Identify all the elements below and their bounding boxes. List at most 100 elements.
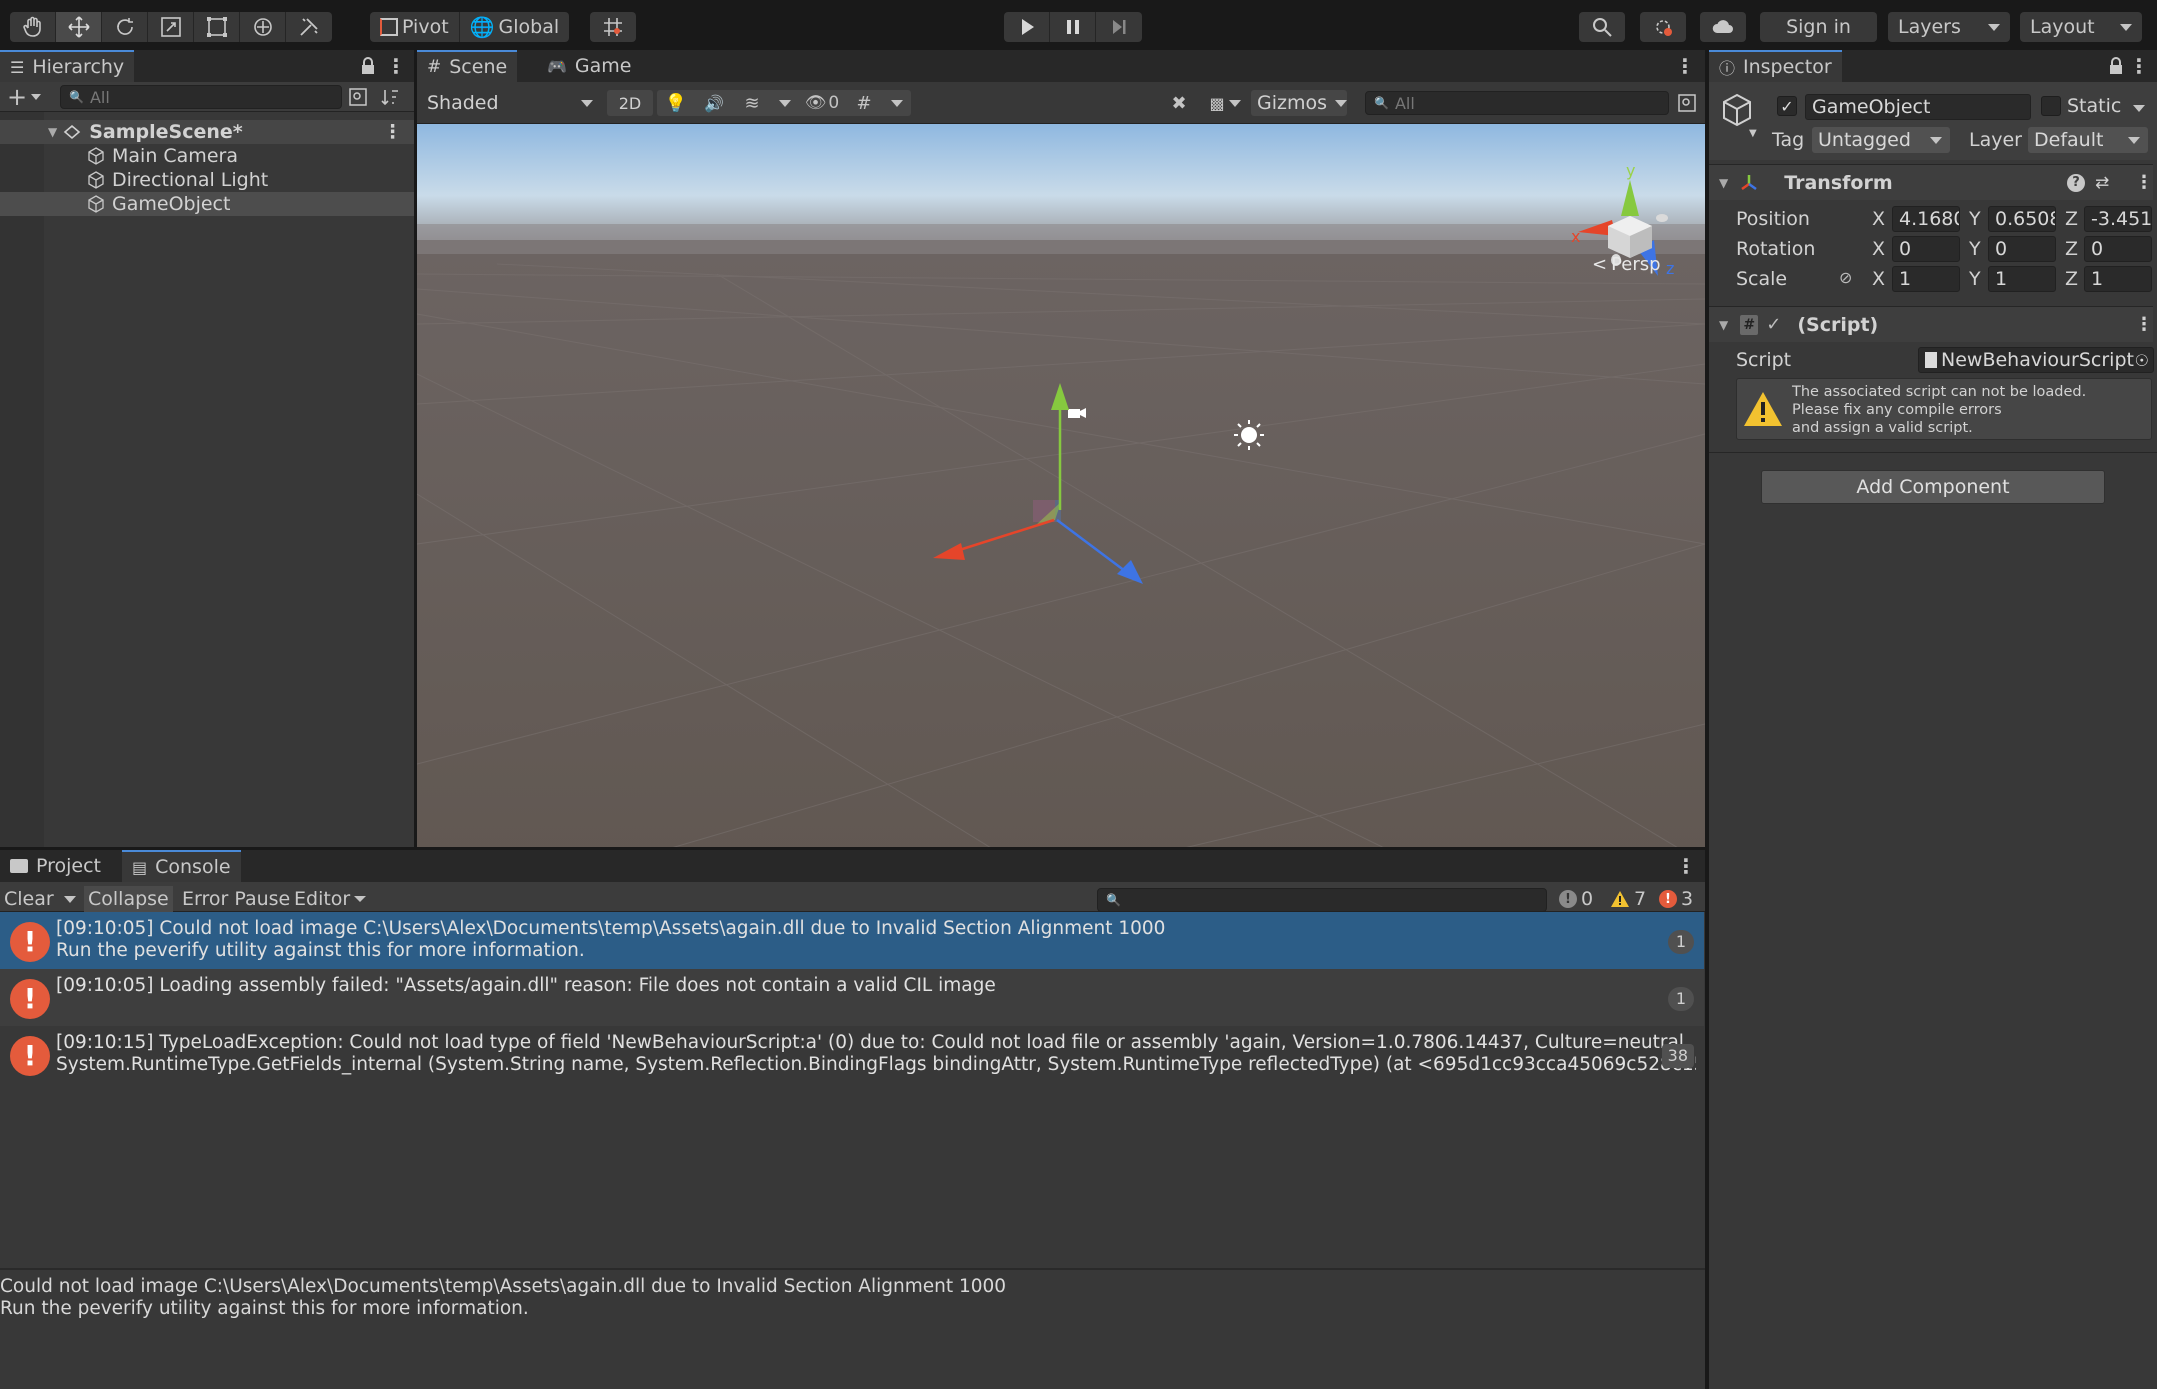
step-button[interactable]	[1096, 12, 1142, 42]
sort-button[interactable]	[378, 85, 402, 109]
enabled-checkmark-icon[interactable]: ✓	[1766, 314, 1781, 335]
rotation-y-field[interactable]: 0	[1988, 236, 2056, 262]
position-z-field[interactable]: -3.451	[2084, 206, 2152, 232]
kebab-menu-icon[interactable]: ⋮	[1676, 850, 1696, 882]
position-x-field[interactable]: 4.1680	[1892, 206, 1960, 232]
hand-tool-button[interactable]	[10, 12, 56, 42]
hierarchy-item-gameobject[interactable]: GameObject	[0, 192, 414, 216]
error-filter-toggle[interactable]: ! 3	[1655, 886, 1697, 912]
global-search-button[interactable]	[1579, 12, 1625, 42]
pivot-toggle[interactable]: Pivot	[370, 12, 459, 42]
shading-mode-dropdown[interactable]: Shaded	[421, 90, 599, 116]
kebab-menu-icon[interactable]: ⋮	[1675, 50, 1695, 82]
object-name-field[interactable]: GameObject	[1805, 94, 2031, 120]
rotate-tool-button[interactable]	[102, 12, 148, 42]
tab-game[interactable]: 🎮 Game	[537, 50, 642, 82]
position-y-field[interactable]: 0.6508	[1988, 206, 2056, 232]
transform-header[interactable]: ▼ Transform ? ⇄ ⋮	[1709, 164, 2153, 200]
console-search-input[interactable]: 🔍	[1097, 888, 1547, 912]
add-component-button[interactable]: Add Component	[1761, 470, 2105, 504]
tab-hierarchy[interactable]: ☰ Hierarchy	[0, 50, 135, 82]
hidden-objects-toggle[interactable]: 👁 0	[799, 90, 845, 116]
log-entry[interactable]: ! [09:10:05] Could not load image C:\Use…	[0, 912, 1704, 969]
editor-dropdown[interactable]: Editor	[290, 886, 370, 912]
play-button[interactable]	[1004, 12, 1050, 42]
error-pause-toggle[interactable]: Error Pause	[178, 886, 294, 912]
effects-dropdown[interactable]	[771, 90, 799, 116]
tab-console[interactable]: ▤ Console	[122, 850, 241, 882]
constrain-proportions-icon[interactable]: ⊘	[1839, 268, 1852, 287]
tab-inspector[interactable]: ⓘ Inspector	[1709, 50, 1842, 82]
layout-dropdown-button[interactable]: Layout	[2020, 12, 2142, 42]
kebab-menu-icon[interactable]: ⋮	[383, 121, 402, 143]
chevron-down-icon[interactable]	[2133, 105, 2145, 112]
camera-gizmo[interactable]	[1068, 408, 1086, 418]
scene-search-input[interactable]: 🔍 All	[1365, 91, 1669, 115]
detail-text-line2[interactable]: Run the peverify utility against this fo…	[0, 1298, 1006, 1320]
tab-project[interactable]: Project	[0, 850, 111, 882]
kebab-menu-icon[interactable]: ⋮	[2135, 172, 2153, 193]
hierarchy-item-main-camera[interactable]: Main Camera	[0, 144, 414, 168]
effects-toggle[interactable]: ≋	[733, 90, 771, 116]
script-component-header[interactable]: ▼ # ✓ (Script) ⋮	[1709, 306, 2153, 342]
projection-toggle[interactable]: < Persp	[1592, 254, 1661, 275]
scene-tools-button[interactable]: ✖	[1161, 90, 1197, 116]
rect-tool-button[interactable]	[194, 12, 240, 42]
layer-dropdown[interactable]: Default	[2028, 127, 2148, 153]
search-scene-button[interactable]	[346, 85, 370, 109]
scale-x-field[interactable]: 1	[1892, 266, 1960, 292]
collab-button[interactable]	[1640, 12, 1686, 42]
scene-row[interactable]: ▼ SampleScene* ⋮	[0, 120, 414, 144]
cloud-button[interactable]	[1700, 12, 1746, 42]
rotation-z-field[interactable]: 0	[2084, 236, 2152, 262]
layers-dropdown[interactable]: Layers	[1888, 12, 2010, 42]
tab-scene[interactable]: # Scene	[417, 50, 518, 82]
hierarchy-item-directional-light[interactable]: Directional Light	[0, 168, 414, 192]
layout-dropdown[interactable]: Layout	[2020, 12, 2142, 42]
active-checkbox[interactable]: ✓	[1777, 96, 1797, 116]
chevron-down-icon[interactable]: ▼	[1749, 128, 1757, 139]
transform-tool-button[interactable]	[240, 12, 286, 42]
log-entry[interactable]: ! [09:10:05] Loading assembly failed: "A…	[0, 969, 1704, 1026]
detail-text-line1[interactable]: Could not load image C:\Users\Alex\Docum…	[0, 1276, 1006, 1298]
custom-tool-button[interactable]	[286, 12, 332, 42]
kebab-menu-icon[interactable]: ⋮	[386, 50, 406, 82]
clear-options-dropdown[interactable]	[56, 886, 80, 912]
grid-dropdown[interactable]	[883, 90, 911, 116]
tag-dropdown[interactable]: Untagged	[1812, 127, 1950, 153]
global-toggle[interactable]: 🌐 Global	[458, 12, 570, 42]
scale-z-field[interactable]: 1	[2084, 266, 2152, 292]
script-object-field[interactable]: NewBehaviourScript ☉	[1918, 347, 2154, 373]
sign-in-button[interactable]: Sign in	[1760, 12, 1877, 42]
kebab-menu-icon[interactable]: ⋮	[2129, 50, 2149, 82]
preset-icon[interactable]: ⇄	[2095, 173, 2109, 193]
kebab-menu-icon[interactable]: ⋮	[2135, 314, 2153, 335]
lock-icon[interactable]	[2108, 56, 2124, 76]
collapse-toggle[interactable]: Collapse	[84, 886, 173, 912]
camera-settings-button[interactable]: ▩	[1203, 90, 1247, 116]
scene-viewport[interactable]: y x z < Persp	[417, 124, 1705, 847]
grid-toggle[interactable]: #	[845, 90, 883, 116]
lock-icon[interactable]	[360, 56, 376, 76]
info-filter-toggle[interactable]: ! 0	[1555, 886, 1597, 912]
static-checkbox[interactable]	[2041, 96, 2061, 116]
scale-y-field[interactable]: 1	[1988, 266, 2056, 292]
move-tool-button[interactable]	[56, 12, 102, 42]
pause-button[interactable]	[1050, 12, 1096, 42]
log-entry[interactable]: ! [09:10:15] TypeLoadException: Could no…	[0, 1026, 1704, 1083]
scale-tool-button[interactable]	[148, 12, 194, 42]
gizmos-dropdown[interactable]: Gizmos	[1251, 90, 1348, 116]
hierarchy-search-input[interactable]: 🔍 All	[60, 85, 342, 109]
lighting-toggle[interactable]: 💡	[657, 90, 695, 116]
scene-search-mode-button[interactable]	[1675, 91, 1699, 115]
clear-button[interactable]: Clear	[0, 886, 58, 912]
rotation-x-field[interactable]: 0	[1892, 236, 1960, 262]
warning-filter-toggle[interactable]: 7	[1606, 886, 1650, 912]
grid-snap-button[interactable]	[590, 12, 636, 42]
audio-toggle[interactable]: 🔊	[695, 90, 733, 116]
layers-dropdown-button[interactable]: Layers	[1888, 12, 2010, 42]
toggle-2d-button[interactable]: 2D	[607, 90, 653, 116]
create-button[interactable]: +	[4, 83, 44, 111]
object-picker-icon[interactable]: ☉	[2135, 351, 2149, 370]
help-icon[interactable]: ?	[2067, 173, 2085, 192]
